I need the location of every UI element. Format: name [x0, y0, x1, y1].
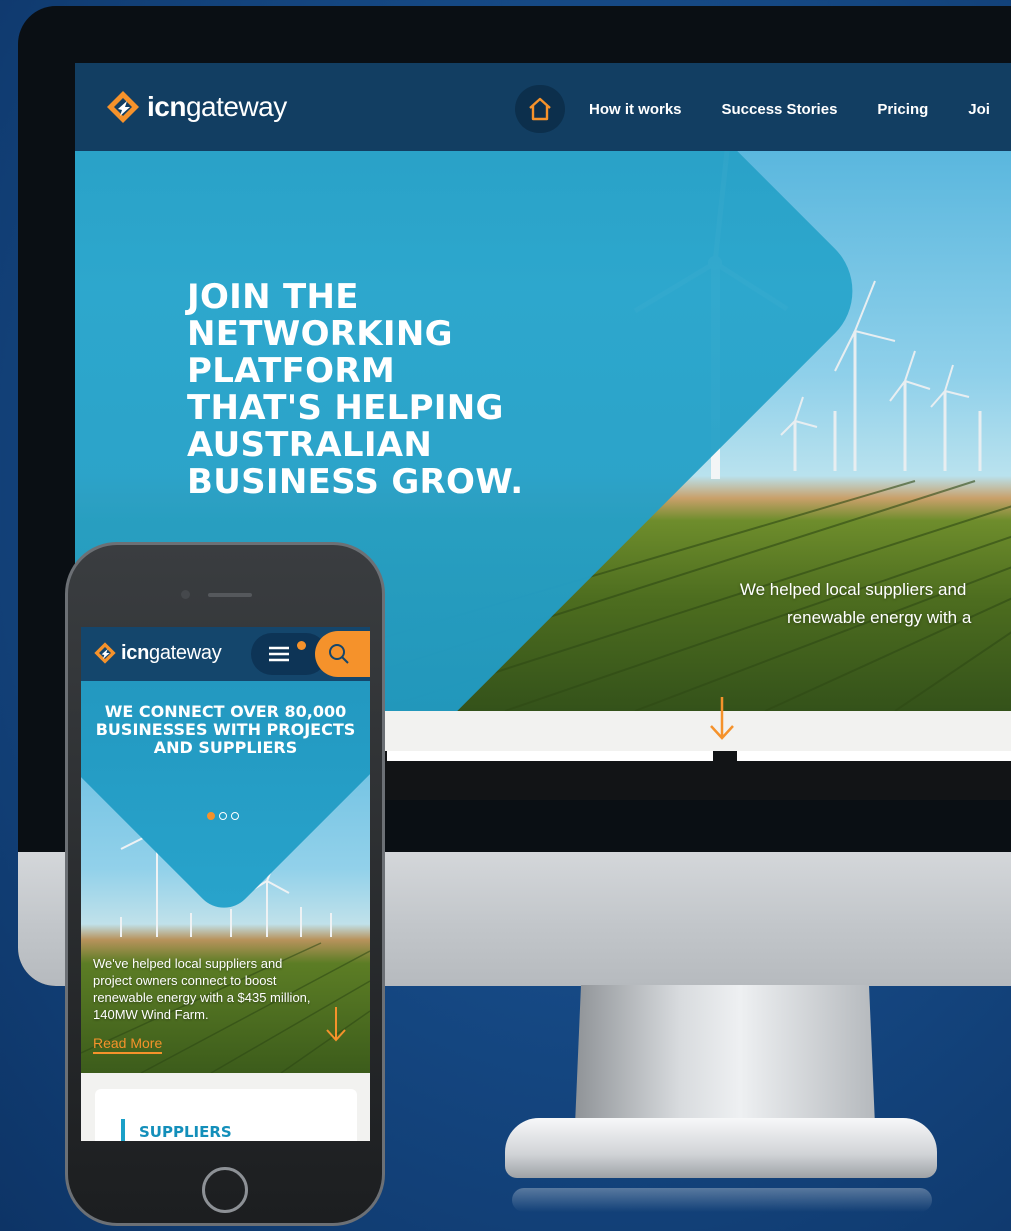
monitor-stand-base	[505, 1118, 937, 1178]
monitor-stand-reflection	[512, 1188, 932, 1212]
nav-home-button[interactable]	[515, 85, 565, 133]
icn-logo-icon	[94, 642, 116, 664]
nav-item-pricing[interactable]: Pricing	[877, 101, 928, 118]
content-card	[737, 751, 1011, 761]
read-more-link[interactable]: Read More	[93, 1035, 163, 1054]
notification-dot	[297, 641, 306, 650]
card-accent-bar	[121, 1119, 125, 1141]
logo-wordmark: icngateway	[147, 91, 287, 122]
hero-caption-line-1: We helped local suppliers and	[739, 580, 967, 599]
carousel-dots	[207, 812, 243, 820]
mobile-header: icngateway	[81, 627, 370, 681]
icn-logo-icon	[107, 91, 139, 123]
site-header: icngateway How it works Success Stories …	[75, 63, 1011, 151]
site-logo[interactable]: icngateway	[105, 89, 287, 125]
hero-headline: JOIN THE NETWORKING PLATFORM THAT'S HELP…	[187, 277, 524, 502]
search-button[interactable]	[315, 631, 370, 677]
phone-home-button[interactable]	[202, 1167, 248, 1213]
carousel-dot-2[interactable]	[219, 812, 227, 820]
mobile-screen: WE CONNECT OVER 80,000 BUSINESSES WITH P…	[81, 627, 370, 1141]
carousel-dot-1[interactable]	[207, 812, 215, 820]
carousel-dot-3[interactable]	[231, 812, 239, 820]
arrow-down-icon[interactable]	[709, 695, 735, 746]
mobile-hero-headline: WE CONNECT OVER 80,000 BUSINESSES WITH P…	[95, 702, 356, 757]
arrow-down-icon[interactable]	[325, 1005, 347, 1048]
nav-item-how-it-works[interactable]: How it works	[589, 101, 682, 118]
suppliers-card-title: SUPPLIERS	[139, 1123, 232, 1141]
search-icon	[329, 644, 349, 664]
nav-item-join[interactable]: Joi	[968, 101, 990, 118]
home-icon	[529, 97, 551, 121]
hamburger-menu-icon	[269, 646, 289, 662]
suppliers-card[interactable]: SUPPLIERS	[95, 1089, 357, 1141]
mobile-hero: WE CONNECT OVER 80,000 BUSINESSES WITH P…	[81, 681, 370, 1073]
mobile-hero-caption: We've helped local suppliers and project…	[93, 956, 311, 1022]
nav-item-success-stories[interactable]: Success Stories	[722, 101, 838, 118]
hero-caption: We helped local suppliers and renewable …	[735, 576, 971, 632]
hero-caption-line-2: renewable energy with a	[787, 608, 972, 627]
main-nav: How it works Success Stories Pricing Joi	[515, 85, 1011, 133]
content-card	[387, 751, 713, 761]
phone-speaker	[208, 593, 252, 597]
mobile-logo[interactable]: icngateway	[93, 641, 222, 665]
phone-camera	[181, 590, 190, 599]
mobile-phone: WE CONNECT OVER 80,000 BUSINESSES WITH P…	[65, 542, 385, 1226]
mobile-logo-wordmark: icngateway	[121, 641, 222, 664]
